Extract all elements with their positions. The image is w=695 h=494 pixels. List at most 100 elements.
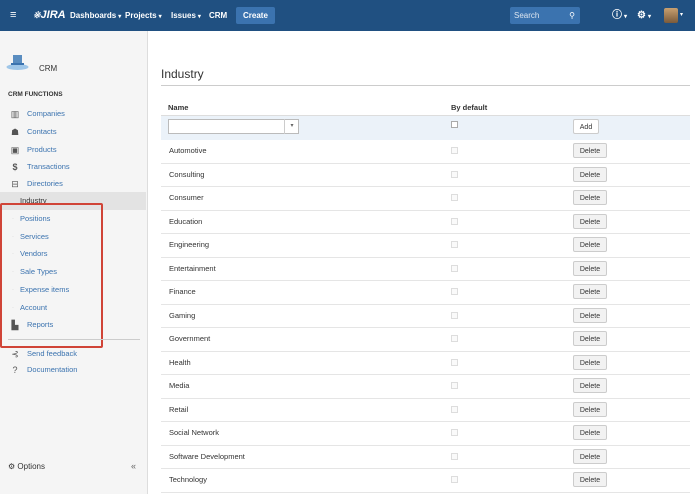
table-row: Entertainment Delete bbox=[161, 257, 690, 281]
help-icon[interactable]: ⓘ ▾ bbox=[612, 0, 627, 31]
delete-button[interactable]: Delete bbox=[573, 472, 607, 487]
table-row: Consulting Delete bbox=[161, 163, 690, 187]
delete-button[interactable]: Delete bbox=[573, 190, 607, 205]
delete-button[interactable]: Delete bbox=[573, 237, 607, 252]
industry-name: Finance bbox=[169, 287, 196, 296]
industry-name: Media bbox=[169, 381, 190, 390]
default-checkbox[interactable] bbox=[451, 170, 458, 178]
table-row: Retail Delete bbox=[161, 398, 690, 422]
delete-button[interactable]: Delete bbox=[573, 307, 607, 323]
industry-name: Technology bbox=[169, 475, 207, 484]
industry-name: Education bbox=[169, 216, 203, 226]
options-button[interactable]: ⚙ Options bbox=[8, 462, 45, 471]
table-row: Gaming Delete bbox=[161, 304, 690, 328]
delete-button[interactable]: Delete bbox=[573, 448, 607, 464]
delete-button[interactable]: Delete bbox=[573, 260, 607, 276]
delete-button[interactable]: Delete bbox=[573, 331, 607, 346]
search-icon: ⚲ bbox=[569, 11, 575, 20]
issues-menu[interactable]: Issues ▾ bbox=[171, 0, 201, 31]
industry-name: Social Network bbox=[169, 428, 220, 437]
sidebar-item-directories[interactable]: ⊟ Directories bbox=[0, 175, 146, 193]
search-input[interactable]: Search ⚲ bbox=[510, 7, 580, 24]
industry-name: Consulting bbox=[169, 169, 205, 179]
table-row: Technology Delete bbox=[161, 468, 690, 493]
chevron-down-icon[interactable]: ▾ bbox=[284, 119, 299, 134]
default-checkbox[interactable] bbox=[451, 241, 458, 248]
hamburger-icon[interactable]: ≡ bbox=[10, 0, 16, 31]
delete-button[interactable]: Delete bbox=[573, 401, 607, 417]
default-checkbox[interactable] bbox=[451, 358, 458, 366]
highlight-box bbox=[0, 203, 103, 348]
table-row: Consumer Delete bbox=[161, 186, 690, 211]
delete-button[interactable]: Delete bbox=[573, 284, 607, 299]
delete-button[interactable]: Delete bbox=[573, 143, 607, 158]
building-icon: ▥ bbox=[10, 109, 20, 119]
default-checkbox[interactable] bbox=[451, 147, 458, 154]
crm-menu[interactable]: CRM bbox=[209, 0, 227, 31]
industry-name: Automotive bbox=[169, 146, 207, 155]
default-checkbox[interactable] bbox=[451, 194, 458, 201]
table-row: Government Delete bbox=[161, 327, 690, 352]
industry-name: Engineering bbox=[169, 240, 210, 249]
add-button[interactable]: Add bbox=[573, 119, 599, 134]
table-row: Education Delete bbox=[161, 210, 690, 234]
default-checkbox[interactable] bbox=[451, 288, 458, 295]
avatar[interactable] bbox=[664, 8, 678, 23]
industry-name: Retail bbox=[169, 404, 189, 414]
table-row: Media Delete bbox=[161, 374, 690, 399]
column-header-default: By default bbox=[451, 103, 488, 112]
table-row: Social Network Delete bbox=[161, 421, 690, 446]
default-checkbox[interactable] bbox=[451, 311, 458, 319]
documentation-link[interactable]: ? Documentation bbox=[0, 361, 146, 379]
column-header-name: Name bbox=[168, 103, 189, 112]
delete-button[interactable]: Delete bbox=[573, 166, 607, 182]
create-button[interactable]: Create bbox=[236, 7, 275, 24]
table-row: Software Development Delete bbox=[161, 445, 690, 469]
industry-name: Consumer bbox=[169, 193, 204, 202]
table-row: Automotive Delete bbox=[161, 139, 690, 164]
delete-button[interactable]: Delete bbox=[573, 425, 607, 440]
default-checkbox[interactable] bbox=[451, 382, 458, 389]
page-title: Industry bbox=[161, 67, 204, 81]
default-checkbox[interactable] bbox=[451, 217, 458, 225]
industry-name: Government bbox=[169, 334, 211, 343]
sidebar-item-products[interactable]: ▣ Products bbox=[0, 141, 146, 159]
sidebar-item-transactions[interactable]: $ Transactions bbox=[0, 158, 146, 176]
sidebar-item-contacts[interactable]: ☗ Contacts bbox=[0, 123, 146, 141]
projects-menu[interactable]: Projects ▾ bbox=[125, 0, 162, 31]
industry-name: Gaming bbox=[169, 310, 196, 320]
dollar-icon: $ bbox=[12, 162, 18, 172]
box-icon: ▣ bbox=[10, 145, 20, 155]
chevron-down-icon[interactable]: ▾ bbox=[680, 0, 683, 31]
collapse-sidebar-button[interactable]: « bbox=[131, 461, 136, 471]
top-navigation-bar: ≡ ※JIRA Dashboards ▾ Projects ▾ Issues ▾ CR… bbox=[0, 0, 695, 31]
default-checkbox[interactable] bbox=[451, 476, 458, 483]
default-checkbox[interactable] bbox=[451, 264, 458, 272]
delete-button[interactable]: Delete bbox=[573, 213, 607, 229]
default-checkbox[interactable] bbox=[451, 121, 458, 128]
delete-button[interactable]: Delete bbox=[573, 354, 607, 370]
industry-name: Entertainment bbox=[169, 263, 216, 273]
table-row: Health Delete bbox=[161, 351, 690, 375]
sidebar: CRM CRM FUNCTIONS ▥ Companies ☗ Contacts… bbox=[0, 31, 148, 494]
sidebar-divider bbox=[8, 339, 140, 340]
sidebar-item-companies[interactable]: ▥ Companies bbox=[0, 105, 146, 123]
gear-icon[interactable]: ⚙ ▾ bbox=[637, 0, 651, 31]
gear-icon: ⚙ bbox=[8, 462, 16, 471]
default-checkbox[interactable] bbox=[451, 452, 458, 460]
delete-button[interactable]: Delete bbox=[573, 378, 607, 393]
folder-icon: ⊟ bbox=[11, 179, 19, 189]
name-select-input[interactable] bbox=[168, 119, 299, 134]
default-checkbox[interactable] bbox=[451, 335, 458, 342]
jira-logo[interactable]: ※JIRA bbox=[33, 0, 66, 31]
section-title: CRM FUNCTIONS bbox=[8, 91, 63, 98]
table-row: Finance Delete bbox=[161, 280, 690, 305]
default-checkbox[interactable] bbox=[451, 405, 458, 413]
dashboards-menu[interactable]: Dashboards ▾ bbox=[70, 0, 121, 31]
default-checkbox[interactable] bbox=[451, 429, 458, 436]
crm-project-icon bbox=[6, 55, 29, 70]
title-divider bbox=[161, 85, 690, 86]
table-row: Engineering Delete bbox=[161, 233, 690, 258]
project-name[interactable]: CRM bbox=[39, 64, 57, 73]
help-circle-icon: ? bbox=[12, 365, 18, 375]
